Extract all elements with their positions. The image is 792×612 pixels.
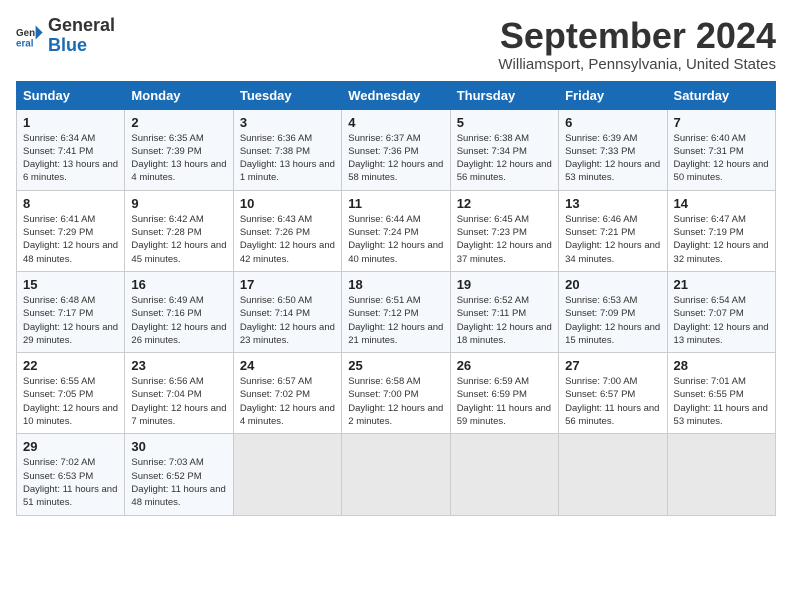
calendar-week-row: 8 Sunrise: 6:41 AM Sunset: 7:29 PM Dayli… xyxy=(17,190,776,271)
empty-cell xyxy=(559,434,667,515)
calendar-week-row: 29 Sunrise: 7:02 AM Sunset: 6:53 PM Dayl… xyxy=(17,434,776,515)
table-row: 4 Sunrise: 6:37 AM Sunset: 7:36 PM Dayli… xyxy=(342,109,450,190)
logo-icon: Gen eral xyxy=(16,22,44,50)
calendar-title: September 2024 xyxy=(498,16,776,56)
col-saturday: Saturday xyxy=(667,81,775,109)
table-row: 6 Sunrise: 6:39 AM Sunset: 7:33 PM Dayli… xyxy=(559,109,667,190)
table-row: 26 Sunrise: 6:59 AM Sunset: 6:59 PM Dayl… xyxy=(450,353,558,434)
calendar-header-row: Sunday Monday Tuesday Wednesday Thursday… xyxy=(17,81,776,109)
table-row: 3 Sunrise: 6:36 AM Sunset: 7:38 PM Dayli… xyxy=(233,109,341,190)
col-tuesday: Tuesday xyxy=(233,81,341,109)
table-row: 22 Sunrise: 6:55 AM Sunset: 7:05 PM Dayl… xyxy=(17,353,125,434)
table-row: 11 Sunrise: 6:44 AM Sunset: 7:24 PM Dayl… xyxy=(342,190,450,271)
table-row: 25 Sunrise: 6:58 AM Sunset: 7:00 PM Dayl… xyxy=(342,353,450,434)
svg-text:Gen: Gen xyxy=(16,28,35,39)
table-row: 17 Sunrise: 6:50 AM Sunset: 7:14 PM Dayl… xyxy=(233,271,341,352)
table-row: 7 Sunrise: 6:40 AM Sunset: 7:31 PM Dayli… xyxy=(667,109,775,190)
table-row: 13 Sunrise: 6:46 AM Sunset: 7:21 PM Dayl… xyxy=(559,190,667,271)
calendar-table: Sunday Monday Tuesday Wednesday Thursday… xyxy=(16,81,776,516)
col-thursday: Thursday xyxy=(450,81,558,109)
table-row: 15 Sunrise: 6:48 AM Sunset: 7:17 PM Dayl… xyxy=(17,271,125,352)
table-row: 12 Sunrise: 6:45 AM Sunset: 7:23 PM Dayl… xyxy=(450,190,558,271)
col-friday: Friday xyxy=(559,81,667,109)
table-row: 21 Sunrise: 6:54 AM Sunset: 7:07 PM Dayl… xyxy=(667,271,775,352)
table-row: 2 Sunrise: 6:35 AM Sunset: 7:39 PM Dayli… xyxy=(125,109,233,190)
calendar-week-row: 22 Sunrise: 6:55 AM Sunset: 7:05 PM Dayl… xyxy=(17,353,776,434)
table-row: 29 Sunrise: 7:02 AM Sunset: 6:53 PM Dayl… xyxy=(17,434,125,515)
table-row: 23 Sunrise: 6:56 AM Sunset: 7:04 PM Dayl… xyxy=(125,353,233,434)
table-row: 18 Sunrise: 6:51 AM Sunset: 7:12 PM Dayl… xyxy=(342,271,450,352)
svg-text:eral: eral xyxy=(16,38,34,49)
calendar-week-row: 15 Sunrise: 6:48 AM Sunset: 7:17 PM Dayl… xyxy=(17,271,776,352)
table-row: 20 Sunrise: 6:53 AM Sunset: 7:09 PM Dayl… xyxy=(559,271,667,352)
page-header: Gen eral General Blue September 2024 Wil… xyxy=(16,16,776,73)
table-row: 28 Sunrise: 7:01 AM Sunset: 6:55 PM Dayl… xyxy=(667,353,775,434)
table-row: 8 Sunrise: 6:41 AM Sunset: 7:29 PM Dayli… xyxy=(17,190,125,271)
empty-cell xyxy=(667,434,775,515)
logo-text: General Blue xyxy=(48,16,115,56)
table-row: 14 Sunrise: 6:47 AM Sunset: 7:19 PM Dayl… xyxy=(667,190,775,271)
col-wednesday: Wednesday xyxy=(342,81,450,109)
calendar-week-row: 1 Sunrise: 6:34 AM Sunset: 7:41 PM Dayli… xyxy=(17,109,776,190)
table-row: 19 Sunrise: 6:52 AM Sunset: 7:11 PM Dayl… xyxy=(450,271,558,352)
table-row: 5 Sunrise: 6:38 AM Sunset: 7:34 PM Dayli… xyxy=(450,109,558,190)
table-row: 10 Sunrise: 6:43 AM Sunset: 7:26 PM Dayl… xyxy=(233,190,341,271)
table-row: 16 Sunrise: 6:49 AM Sunset: 7:16 PM Dayl… xyxy=(125,271,233,352)
empty-cell xyxy=(450,434,558,515)
table-row: 1 Sunrise: 6:34 AM Sunset: 7:41 PM Dayli… xyxy=(17,109,125,190)
empty-cell xyxy=(342,434,450,515)
table-row: 9 Sunrise: 6:42 AM Sunset: 7:28 PM Dayli… xyxy=(125,190,233,271)
logo: Gen eral General Blue xyxy=(16,16,115,56)
title-block: September 2024 Williamsport, Pennsylvani… xyxy=(498,16,776,73)
empty-cell xyxy=(233,434,341,515)
col-sunday: Sunday xyxy=(17,81,125,109)
col-monday: Monday xyxy=(125,81,233,109)
calendar-subtitle: Williamsport, Pennsylvania, United State… xyxy=(498,56,776,73)
table-row: 27 Sunrise: 7:00 AM Sunset: 6:57 PM Dayl… xyxy=(559,353,667,434)
table-row: 30 Sunrise: 7:03 AM Sunset: 6:52 PM Dayl… xyxy=(125,434,233,515)
table-row: 24 Sunrise: 6:57 AM Sunset: 7:02 PM Dayl… xyxy=(233,353,341,434)
